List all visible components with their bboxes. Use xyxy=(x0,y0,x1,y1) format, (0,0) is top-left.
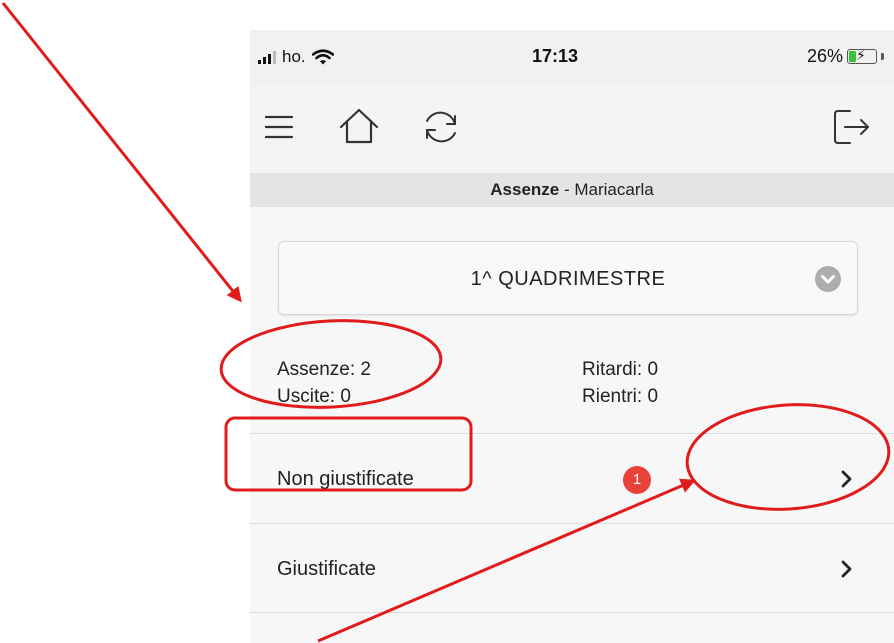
main-content: 1^ QUADRIMESTRE Assenze: 2 Uscite: 0 Rit… xyxy=(250,207,894,643)
chevron-right-icon xyxy=(840,557,854,581)
chevron-right-icon xyxy=(840,467,854,491)
list-item-giustificate[interactable]: Giustificate xyxy=(250,523,894,613)
logout-icon[interactable] xyxy=(828,104,874,150)
carrier-label: ho. xyxy=(282,47,306,66)
title-separator: - xyxy=(559,180,575,199)
signal-icon xyxy=(258,50,276,64)
student-name: Mariacarla xyxy=(574,180,654,199)
home-icon[interactable] xyxy=(336,104,382,150)
status-left: ho. xyxy=(258,47,334,67)
unjustified-count-badge: 1 xyxy=(623,466,651,494)
delays-count: Ritardi: 0 xyxy=(582,359,659,380)
battery-percent: 26% xyxy=(806,46,843,66)
battery-tip xyxy=(881,53,884,60)
battery-icon: ⚡ xyxy=(847,47,877,64)
absence-list: Non giustificate 1 Giustificate xyxy=(250,433,894,613)
list-item-non-giustificate[interactable]: Non giustificate 1 xyxy=(250,433,894,523)
returns-count: Rientri: 0 xyxy=(582,386,659,407)
battery-indicator: 26% ⚡ xyxy=(807,46,884,67)
charging-bolt-icon: ⚡ xyxy=(856,47,866,63)
wifi-icon xyxy=(311,49,334,65)
refresh-icon[interactable] xyxy=(418,104,464,150)
phone-screen: ho. 17:13 26% ⚡ Assenze - Mariacarla 1^ … xyxy=(250,30,894,643)
page-title: Assenze - Mariacarla xyxy=(250,173,894,207)
exits-count: Uscite: 0 xyxy=(277,386,351,407)
hamburger-menu-icon[interactable] xyxy=(256,104,302,150)
absences-count: Assenze: 2 xyxy=(277,359,371,380)
status-time: 17:13 xyxy=(532,46,579,66)
app-toolbar xyxy=(250,86,894,173)
period-select[interactable]: 1^ QUADRIMESTRE xyxy=(278,241,858,315)
status-bar: ho. 17:13 26% ⚡ xyxy=(250,30,894,86)
list-item-label: Giustificate xyxy=(277,558,376,580)
screenshot: ho. 17:13 26% ⚡ Assenze - Mariacarla 1^ … xyxy=(0,0,894,643)
list-item-label: Non giustificate xyxy=(277,468,414,490)
period-select-value: 1^ QUADRIMESTRE xyxy=(470,268,666,290)
section-title: Assenze xyxy=(490,180,560,199)
annotation-arrow-top xyxy=(1,2,242,303)
chevron-down-circle-icon xyxy=(815,266,841,292)
